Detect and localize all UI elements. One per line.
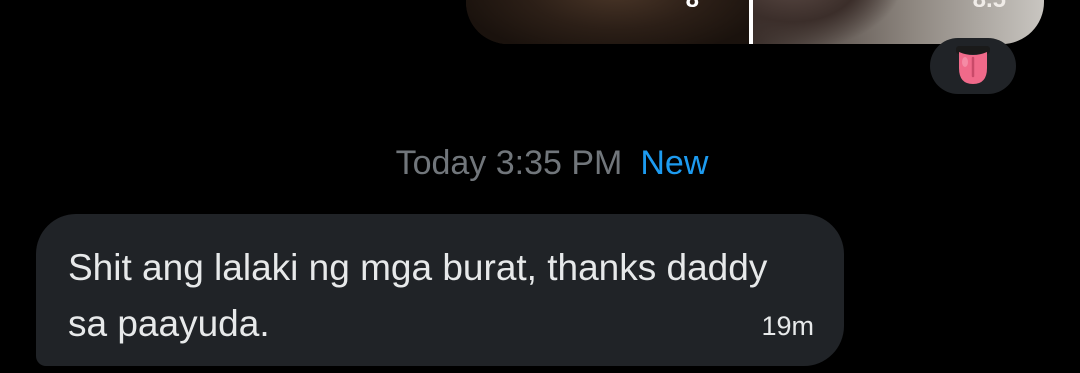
media-image-1[interactable]: 8 bbox=[466, 0, 749, 44]
media-image-2-overlay: 8.5 bbox=[973, 0, 1006, 14]
message-text: Shit ang lalaki ng mga burat, thanks dad… bbox=[68, 247, 768, 344]
message-time: 19m bbox=[761, 311, 814, 341]
divider-timestamp: Today 3:35 PM bbox=[395, 144, 623, 182]
tongue-icon bbox=[954, 46, 992, 86]
media-image-1-overlay: 8 bbox=[686, 0, 699, 14]
media-image-2[interactable]: 8.5 bbox=[753, 0, 1044, 44]
reaction-pill[interactable] bbox=[930, 38, 1016, 94]
date-divider: Today 3:35 PM New bbox=[0, 140, 1080, 186]
new-messages-label: New bbox=[640, 144, 709, 182]
incoming-message-bubble[interactable]: Shit ang lalaki ng mga burat, thanks dad… bbox=[36, 214, 844, 366]
